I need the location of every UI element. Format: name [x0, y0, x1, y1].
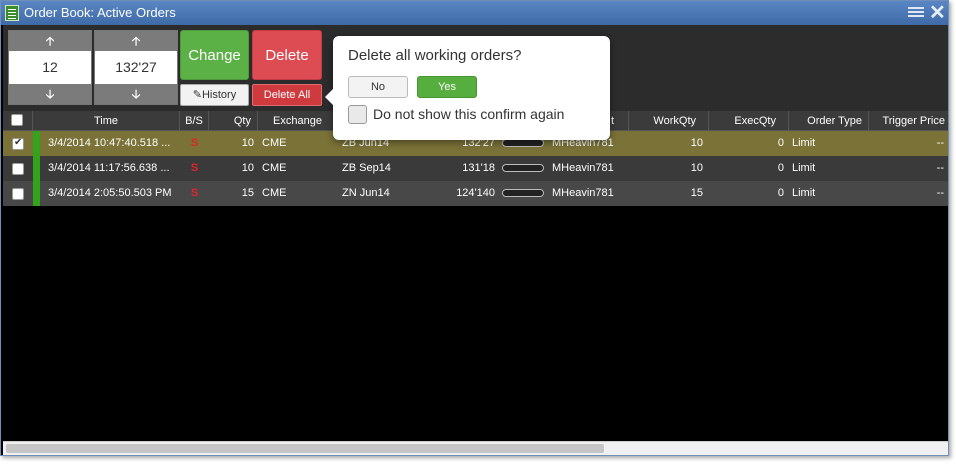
col-workqty[interactable]: WorkQty: [629, 111, 709, 131]
fill-progress-bar: [502, 139, 544, 147]
cell-qty: 15: [241, 187, 254, 199]
cell-bs: S: [190, 162, 199, 174]
delete-all-button[interactable]: Delete All: [252, 84, 322, 106]
cell-price: 131'18: [462, 162, 495, 174]
quantity-up-arrow-icon[interactable]: 🡡: [9, 31, 91, 51]
cell-account: MHeavin781: [552, 162, 614, 174]
cell-time: 3/4/2014 11:17:56.638 ...: [48, 162, 170, 174]
delete-button[interactable]: Delete: [252, 30, 322, 80]
col-qty[interactable]: Qty: [209, 111, 258, 131]
edit-icon: ✎: [192, 89, 202, 101]
dont-show-again-checkbox[interactable]: [348, 105, 367, 124]
price-stepper: 🡡 132'27 🡣: [94, 30, 178, 105]
cell-exchange: CME: [262, 187, 287, 199]
quantity-down-arrow-icon[interactable]: 🡣: [9, 84, 91, 104]
fill-progress-bar: [502, 164, 544, 172]
col-execqty[interactable]: ExecQty: [709, 111, 789, 131]
cell-bs: S: [190, 187, 199, 199]
order-row[interactable]: 3/4/2014 2:05:50.503 PM S 15 CME ZN Jun1…: [3, 181, 948, 206]
order-book-app-icon: [5, 5, 19, 21]
cell-trigger: --: [936, 187, 944, 199]
scrollbar-thumb[interactable]: [6, 444, 604, 453]
quantity-stepper: 🡡 12 🡣: [8, 30, 92, 105]
cell-time: 3/4/2014 10:47:40.518 ...: [48, 137, 171, 149]
cell-ordertype: Limit: [792, 162, 816, 174]
row-checkbox[interactable]: [12, 163, 24, 175]
price-up-arrow-icon[interactable]: 🡡: [95, 31, 177, 51]
select-all-checkbox[interactable]: [11, 114, 23, 126]
cell-workqty: 15: [690, 187, 703, 199]
cell-qty: 10: [241, 162, 254, 174]
cell-ordertype: Limit: [792, 187, 816, 199]
col-trigger[interactable]: Trigger Price: [869, 111, 948, 131]
cell-ordertype: Limit: [792, 137, 816, 149]
cell-qty: 10: [241, 137, 254, 149]
select-all-header: [3, 111, 33, 131]
cell-exchange: CME: [262, 162, 287, 174]
order-row[interactable]: 3/4/2014 11:17:56.638 ... S 10 CME ZB Se…: [3, 156, 948, 181]
cell-execqty: 0: [777, 137, 784, 149]
horizontal-scrollbar[interactable]: [3, 441, 948, 455]
col-exchange[interactable]: Exchange: [258, 111, 338, 131]
history-label: History: [201, 89, 237, 101]
window-title: Order Book: Active Orders: [24, 5, 176, 20]
cell-workqty: 10: [690, 162, 703, 174]
cell-trigger: --: [936, 137, 944, 149]
row-checkbox[interactable]: [12, 188, 24, 200]
fill-progress-bar: [502, 189, 544, 197]
menu-icon[interactable]: [908, 7, 924, 19]
cell-trigger: --: [936, 162, 944, 174]
title-bar: Order Book: Active Orders ✕: [1, 1, 948, 25]
cell-execqty: 0: [777, 162, 784, 174]
cell-contract: ZB Sep14: [342, 162, 391, 174]
dont-show-again-label[interactable]: Do not show this confirm again: [373, 105, 564, 123]
order-status-indicator: [33, 181, 40, 206]
popover-arrow: [325, 88, 334, 106]
price-down-arrow-icon[interactable]: 🡣: [95, 84, 177, 104]
cell-time: 3/4/2014 2:05:50.503 PM: [48, 187, 172, 199]
cell-execqty: 0: [777, 187, 784, 199]
no-button[interactable]: No: [348, 76, 408, 98]
cell-workqty: 10: [690, 137, 703, 149]
order-book-window: Order Book: Active Orders ✕ 🡡 12 🡣 🡡 132…: [0, 0, 949, 456]
cell-exchange: CME: [262, 137, 287, 149]
row-checkbox[interactable]: [12, 137, 24, 150]
change-button[interactable]: Change: [180, 30, 249, 80]
order-status-indicator: [33, 131, 40, 156]
col-bs[interactable]: B/S: [180, 111, 209, 131]
close-icon[interactable]: ✕: [929, 3, 946, 23]
confirm-question: Delete all working orders?: [348, 47, 522, 64]
cell-account: MHeavin781: [552, 187, 614, 199]
col-ordertype[interactable]: Order Type: [789, 111, 869, 131]
order-status-indicator: [33, 156, 40, 181]
cell-price: 124'140: [456, 187, 495, 199]
price-input[interactable]: 132'27: [95, 51, 177, 84]
delete-all-confirm-popover: Delete all working orders? No Yes Do not…: [325, 36, 610, 140]
yes-button[interactable]: Yes: [417, 76, 477, 98]
col-time[interactable]: Time: [33, 111, 180, 131]
history-button[interactable]: ✎History: [180, 84, 249, 106]
quantity-input[interactable]: 12: [9, 51, 91, 84]
cell-contract: ZN Jun14: [342, 187, 390, 199]
cell-bs: S: [190, 137, 199, 149]
